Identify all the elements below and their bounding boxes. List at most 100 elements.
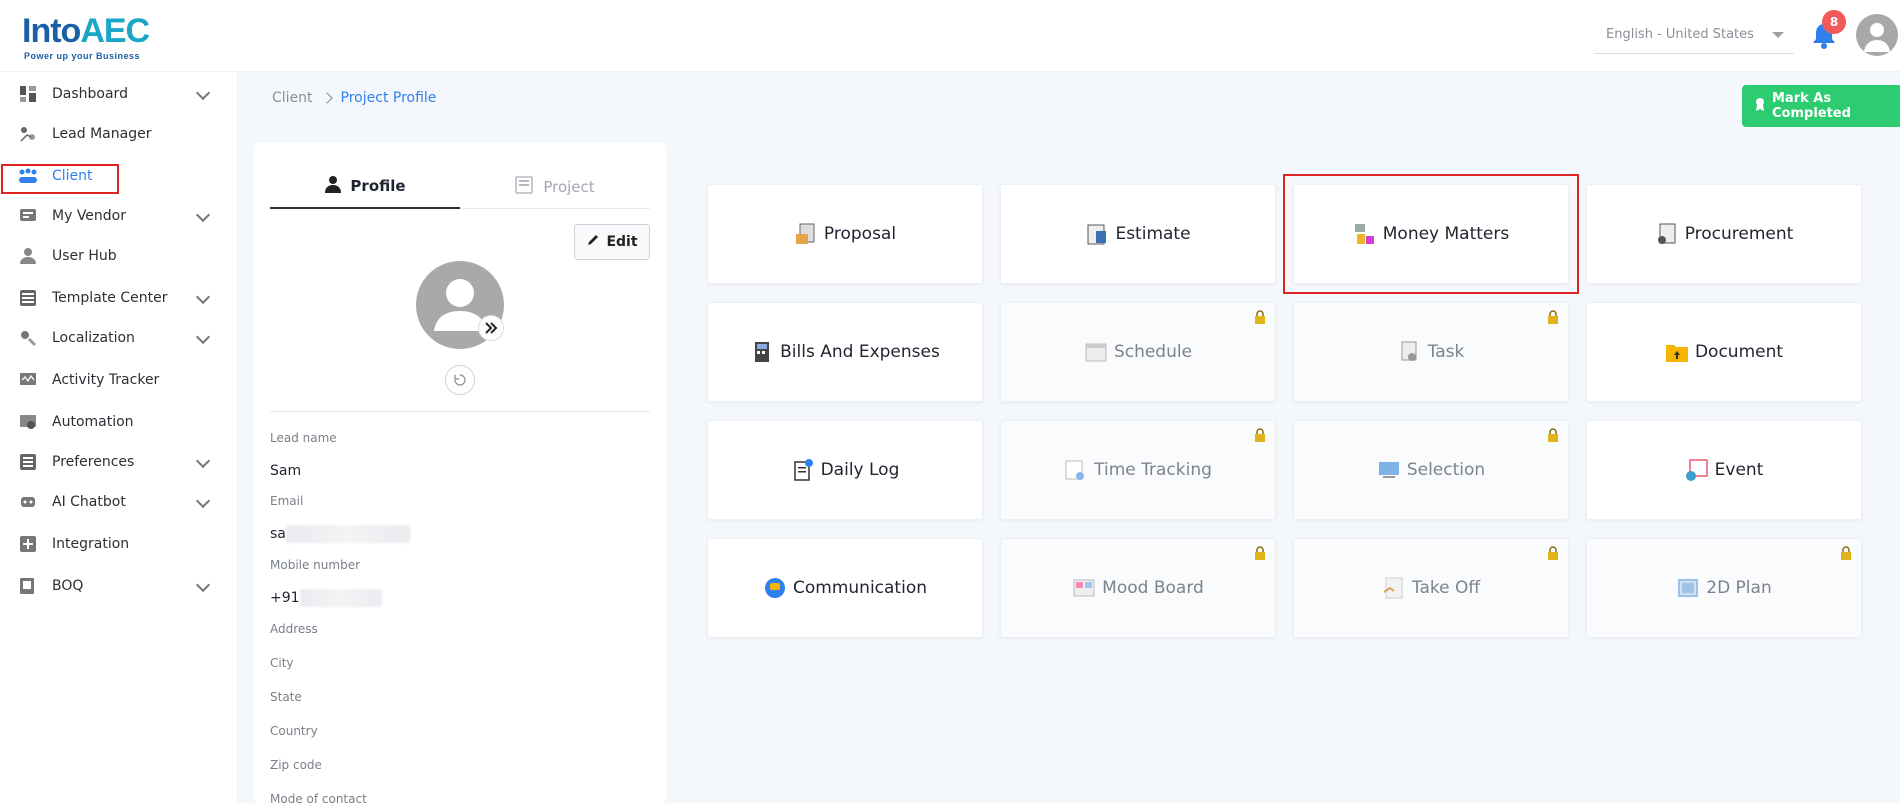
field-value-mobile: +91 <box>270 590 300 606</box>
sidebar-item-dashboard[interactable]: Dashboard <box>0 74 238 114</box>
chevron-down-icon <box>195 85 211 101</box>
lead-manager-icon <box>18 124 38 144</box>
edit-label: Edit <box>606 234 638 250</box>
client-highlight-box <box>1 164 119 194</box>
sidebar-item-label: BOQ <box>52 578 84 594</box>
module-card-bills-and-expenses[interactable]: Bills And Expenses <box>707 302 983 402</box>
sidebar-item-automation[interactable]: Automation <box>0 402 238 442</box>
chevron-down-icon <box>195 577 211 593</box>
field-label-mode-of-contact: Mode of contact <box>270 792 367 803</box>
module-card-selection[interactable]: Selection <box>1293 420 1569 520</box>
module-card-procurement[interactable]: Procurement <box>1586 184 1862 284</box>
module-label: Time Tracking <box>1094 460 1212 480</box>
double-chevron-right-icon[interactable] <box>478 315 504 341</box>
event-icon <box>1685 458 1709 482</box>
field-value-email-row: sa <box>270 525 410 543</box>
module-label: Schedule <box>1113 342 1193 362</box>
mark-as-completed-label: Mark As Completed <box>1772 91 1851 121</box>
user-avatar[interactable] <box>1856 14 1898 56</box>
sidebar-item-activity-tracker[interactable]: Activity Tracker <box>0 360 238 400</box>
selection-icon <box>1377 458 1401 482</box>
module-card-estimate[interactable]: Estimate <box>1000 184 1276 284</box>
chevron-down-icon <box>195 329 211 345</box>
module-card-2d-plan[interactable]: 2D Plan <box>1586 538 1862 638</box>
divider <box>270 411 650 412</box>
module-label: Proposal <box>823 224 897 244</box>
sidebar-item-preferences[interactable]: Preferences <box>0 442 238 482</box>
module-label: Bills And Expenses <box>780 342 940 362</box>
sidebar-item-lead-manager[interactable]: Lead Manager <box>0 114 238 154</box>
money-matters-highlight-box <box>1283 174 1579 294</box>
tab-project[interactable]: Project <box>460 165 650 209</box>
sidebar-item-label: Template Center <box>52 290 168 306</box>
pencil-icon <box>586 233 600 251</box>
sidebar-item-label: User Hub <box>52 248 117 264</box>
refresh-icon[interactable] <box>445 365 475 395</box>
vendor-icon <box>18 206 38 226</box>
sidebar-item-label: Dashboard <box>52 86 128 102</box>
sidebar-item-localization[interactable]: Localization <box>0 318 238 358</box>
module-card-schedule[interactable]: Schedule <box>1000 302 1276 402</box>
module-label: Event <box>1714 460 1764 480</box>
breadcrumb-client[interactable]: Client <box>272 90 313 106</box>
2d-plan-icon <box>1676 576 1700 600</box>
module-card-event[interactable]: Event <box>1586 420 1862 520</box>
sidebar-item-label: Integration <box>52 536 130 552</box>
chevron-down-icon <box>195 493 211 509</box>
module-label: Task <box>1427 342 1465 362</box>
sidebar-item-integration[interactable]: Integration <box>0 524 238 564</box>
language-select[interactable]: English - United States <box>1594 18 1794 54</box>
profile-tabs: Profile Project <box>270 165 650 209</box>
tab-project-label: Project <box>543 178 595 196</box>
module-card-time-tracking[interactable]: Time Tracking <box>1000 420 1276 520</box>
field-value-lead-name: Sam <box>270 463 302 479</box>
badge-icon <box>1754 97 1766 115</box>
module-card-proposal[interactable]: Proposal <box>707 184 983 284</box>
field-label-state: State <box>270 690 302 704</box>
logo-text-accent: AEC <box>80 12 150 50</box>
sidebar-item-label: Automation <box>52 414 134 430</box>
sidebar-item-ai-chatbot[interactable]: AI Chatbot <box>0 482 238 522</box>
sidebar-item-template-center[interactable]: Template Center <box>0 278 238 318</box>
module-card-task[interactable]: Task <box>1293 302 1569 402</box>
redacted-block <box>285 525 410 543</box>
template-icon <box>18 288 38 308</box>
sidebar-item-label: Activity Tracker <box>52 372 160 388</box>
field-value-mobile-row: +91 <box>270 589 382 607</box>
language-value: English - United States <box>1606 27 1754 42</box>
module-label: Communication <box>793 578 927 598</box>
time-tracking-icon <box>1064 458 1088 482</box>
person-icon <box>324 175 342 197</box>
sidebar-item-my-vendor[interactable]: My Vendor <box>0 196 238 236</box>
mark-as-completed-button[interactable]: Mark As Completed <box>1742 85 1900 127</box>
daily-log-icon <box>791 458 815 482</box>
profile-panel: Profile Project Edit Lead name Sam Email… <box>254 143 666 803</box>
module-card-communication[interactable]: Communication <box>707 538 983 638</box>
module-card-daily-log[interactable]: Daily Log <box>707 420 983 520</box>
preferences-icon <box>18 452 38 472</box>
integration-icon <box>18 534 38 554</box>
lock-icon <box>1546 427 1560 442</box>
sidebar-item-boq[interactable]: BOQ <box>0 566 238 606</box>
document-icon <box>1665 340 1689 364</box>
module-card-document[interactable]: Document <box>1586 302 1862 402</box>
proposal-icon <box>794 222 818 246</box>
notification-badge: 8 <box>1822 10 1846 34</box>
tab-profile[interactable]: Profile <box>270 165 460 209</box>
sidebar-item-user-hub[interactable]: User Hub <box>0 236 238 276</box>
module-label: Selection <box>1406 460 1486 480</box>
edit-button[interactable]: Edit <box>574 224 650 260</box>
lock-icon <box>1253 309 1267 324</box>
sidebar-item-label: AI Chatbot <box>52 494 126 510</box>
boq-icon <box>18 576 38 596</box>
top-header: IntoAEC Power up your Business English -… <box>0 0 1900 72</box>
intoaec-logo[interactable]: IntoAEC Power up your Business <box>22 6 182 62</box>
activity-icon <box>18 370 38 390</box>
field-label-email: Email <box>270 494 304 508</box>
field-label-lead-name: Lead name <box>270 431 337 445</box>
sidebar-item-label: Localization <box>52 330 135 346</box>
module-card-mood-board[interactable]: Mood Board <box>1000 538 1276 638</box>
module-card-take-off[interactable]: Take Off <box>1293 538 1569 638</box>
task-icon <box>1398 340 1422 364</box>
logo-text-main: Into <box>22 12 81 50</box>
